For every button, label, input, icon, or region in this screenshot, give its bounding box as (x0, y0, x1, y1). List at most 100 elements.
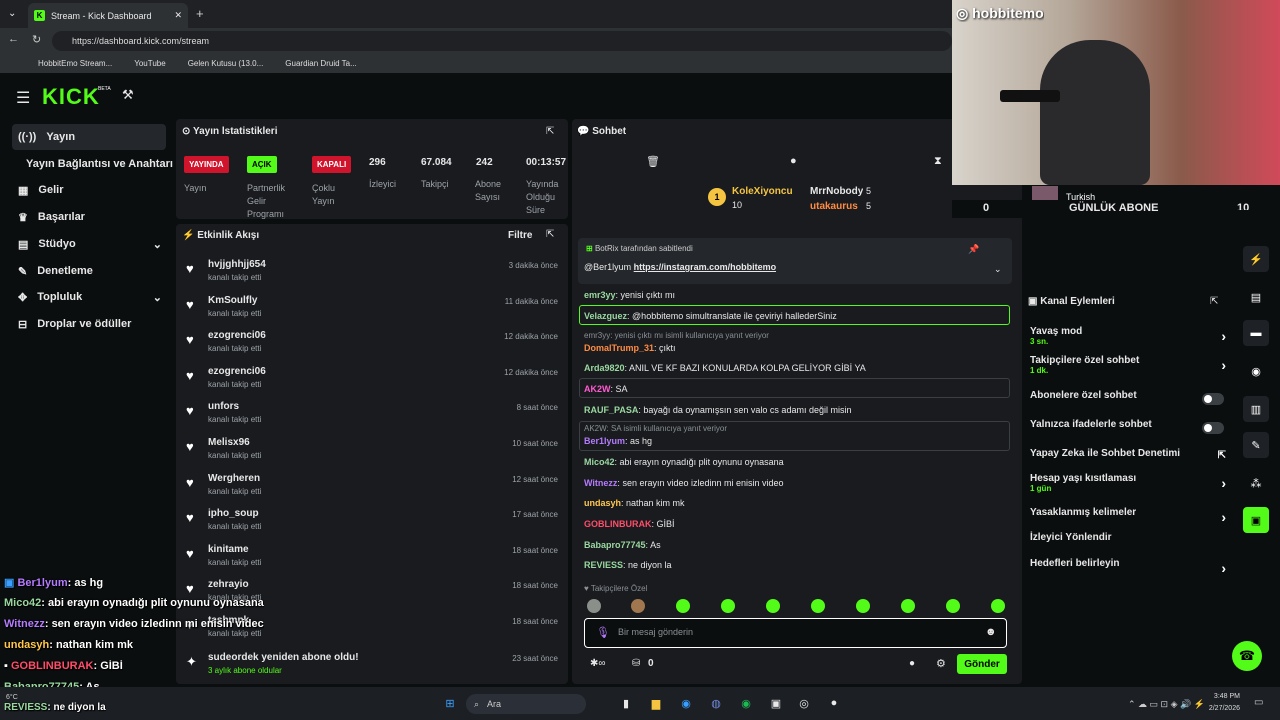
popout-icon[interactable]: ⇱ (1210, 296, 1218, 307)
chat-message[interactable]: Babapro77745: As (584, 540, 661, 550)
chat-message[interactable]: Arda9820: ANIL VE KF BAZI KONULARDA KOLP… (584, 363, 866, 373)
subs-only-toggle[interactable] (1202, 393, 1224, 405)
emote-icon[interactable] (991, 599, 1005, 613)
action-followers-only[interactable]: Takipçilere özel sohbet 1 dk. › (1030, 355, 1226, 375)
emote-icon[interactable] (811, 599, 825, 613)
action-goals[interactable]: Hedefleri belirleyin › (1030, 558, 1226, 576)
bookmark-2[interactable]: YouTube (134, 59, 165, 68)
support-icon[interactable]: ☎ (1232, 641, 1262, 671)
chat-message[interactable]: undasyh: nathan kim mk (584, 498, 685, 508)
reload-icon[interactable]: ↻ (32, 33, 41, 46)
chat-message[interactable]: Mico42: abi erayın oynadığı plit oynunu … (584, 457, 784, 467)
leader-2-name[interactable]: MrrNobody (810, 186, 863, 197)
lightning-icon[interactable]: ⚡ (1243, 246, 1269, 272)
action-slow-mode[interactable]: Yavaş mod 3 sn. › (1030, 326, 1226, 346)
pin-icon[interactable]: 📌 (968, 244, 979, 255)
gear-icon[interactable]: ⚙ (936, 657, 946, 670)
heart-icon: ♥ (186, 581, 194, 597)
taskbar-search[interactable]: ⌕ Ara (466, 694, 586, 714)
action-raid[interactable]: İzleyici Yönlendir (1030, 532, 1226, 543)
sidebar-item-income[interactable]: ▦ Gelir (12, 177, 166, 203)
emote-icon[interactable] (631, 599, 645, 613)
wrench-icon[interactable]: ✎ (1243, 432, 1269, 458)
bookmark-3[interactable]: Gelen Kutusu (13.0... (188, 59, 264, 68)
leader-3-name[interactable]: utakaurus (810, 201, 858, 212)
emote-icon[interactable] (587, 599, 601, 613)
chat-settings-bubble-icon[interactable]: ● (909, 658, 915, 669)
hourglass-icon[interactable]: ⧗ (934, 155, 942, 168)
chat-message[interactable]: AK2W: SA (584, 384, 628, 394)
emote-icon[interactable] (856, 599, 870, 613)
chat-message[interactable]: Velazguez: @hobbitemo simultranslate ile… (584, 311, 837, 321)
back-icon[interactable]: ← (8, 33, 19, 45)
chat-bubble-icon[interactable]: ● (790, 155, 797, 167)
url-field[interactable]: https://dashboard.kick.com/stream (52, 31, 952, 51)
bookmark-1[interactable]: HobbitEmo Stream... (38, 59, 112, 68)
gift-icon[interactable]: ⛁ (632, 658, 640, 669)
tab-list-icon[interactable]: ⌄ (8, 8, 16, 19)
action-emote-only[interactable]: Yalnızca ifadelerle sohbet (1030, 419, 1226, 434)
windows-start-icon[interactable]: ⊞ (440, 693, 460, 713)
sidebar-item-community[interactable]: ✥ Topluluk ⌄ (12, 284, 166, 310)
xbox-icon[interactable]: ▣ (766, 693, 786, 713)
layout-icon[interactable]: ▥ (1243, 396, 1269, 422)
sidebar-item-drops[interactable]: ⊟ Droplar ve ödüller (12, 311, 166, 337)
notification-icon[interactable]: ▭ (1254, 697, 1263, 708)
chat-message[interactable]: REVIESS: ne diyon la (584, 560, 672, 570)
emote-icon[interactable] (946, 599, 960, 613)
menu-icon[interactable]: ☰ (16, 88, 30, 108)
browser-tab[interactable]: K Stream - Kick Dashboard ✕ (28, 3, 188, 28)
tray-icons[interactable]: ⌃ ☁ ▭ ⊡ ◈ 🔊 ⚡ (1128, 699, 1205, 710)
emote-only-toggle[interactable] (1202, 422, 1224, 434)
filter-button[interactable]: Filtre (508, 230, 532, 241)
chat-message[interactable]: GOBLINBURAK: GİBİ (584, 519, 675, 529)
emote-icon[interactable] (721, 599, 735, 613)
file-explorer-icon[interactable]: ▆ (646, 693, 666, 713)
sidebar-item-achievements[interactable]: ♛ Başarılar (12, 204, 166, 230)
chat-message[interactable]: Witnezz: sen erayın video izledinn mi en… (584, 478, 784, 488)
chat-message[interactable]: emr3yy: yenisi çıktı mı (584, 290, 675, 300)
share-icon[interactable]: ⁂ (1243, 470, 1269, 496)
bookmark-4[interactable]: Guardian Druid Ta... (285, 59, 356, 68)
action-banned-words[interactable]: Yasaklanmış kelimeler › (1030, 507, 1226, 525)
action-account-age[interactable]: Hesap yaşı kısıtlaması 1 gün › (1030, 473, 1226, 493)
leader-1-name[interactable]: KoleXiyoncu (732, 186, 793, 197)
document-icon[interactable]: ▤ (1243, 284, 1269, 310)
emote-icon[interactable] (901, 599, 915, 613)
action-subs-only[interactable]: Abonelere özel sohbet (1030, 390, 1226, 405)
chat-input[interactable]: Bir mesaj gönderin (618, 627, 693, 637)
mic-icon[interactable]: 🎙 (596, 626, 610, 639)
clip-icon[interactable]: ▣ (1243, 507, 1269, 533)
new-tab-icon[interactable]: + (196, 6, 204, 21)
emote-icon[interactable] (676, 599, 690, 613)
sidebar-item-studio[interactable]: ▤ Stüdyo ⌄ (12, 231, 166, 257)
sidebar-item-stream[interactable]: ((·)) Yayın (12, 124, 166, 150)
sidebar-item-moderation[interactable]: ✎ Denetleme (12, 258, 166, 284)
chat-message[interactable]: DomalTrump_31: çıktı (584, 343, 676, 353)
obs-icon[interactable]: ● (824, 693, 844, 713)
action-ai-moderation[interactable]: Yapay Zeka ile Sohbet Denetimi ⇱ (1030, 448, 1226, 461)
popout-icon[interactable]: ⇱ (546, 229, 554, 240)
discord-icon[interactable]: ◍ (706, 693, 726, 713)
task-view-icon[interactable]: ▮ (616, 693, 636, 713)
spotify-icon[interactable]: ◉ (736, 693, 756, 713)
chat-message[interactable]: RAUF_PASA: bayağı da oynamışsın sen valo… (584, 405, 851, 415)
edge-icon[interactable]: ◉ (676, 693, 696, 713)
chat-message[interactable]: Ber1lyum: as hg (584, 436, 652, 446)
steam-icon[interactable]: ◎ (794, 693, 814, 713)
chat-bubble-icon[interactable]: ▬ (1243, 320, 1269, 346)
trash-icon[interactable]: 🗑 (646, 155, 660, 168)
chevron-down-icon[interactable]: ⌄ (994, 264, 1002, 275)
tools-icon[interactable]: ⚒ (122, 87, 134, 103)
broadcast-icon[interactable]: ◉ (1243, 358, 1269, 384)
emoji-icon[interactable]: ☻ (985, 626, 997, 638)
send-button[interactable]: Gönder (957, 654, 1007, 674)
emote-icon[interactable] (766, 599, 780, 613)
sidebar-item-stream-key[interactable]: Yayın Bağlantısı ve Anahtarı (12, 151, 180, 177)
close-tab-icon[interactable]: ✕ (174, 10, 182, 21)
reply-context: AK2W: SA isimli kullanıcıya yanıt veriyo… (584, 424, 728, 433)
heart-icon: ♥ (186, 296, 194, 312)
points-icon[interactable]: ✱∞ (590, 658, 606, 669)
popout-icon[interactable]: ⇱ (546, 126, 554, 137)
kick-logo[interactable]: KICK (42, 84, 100, 110)
